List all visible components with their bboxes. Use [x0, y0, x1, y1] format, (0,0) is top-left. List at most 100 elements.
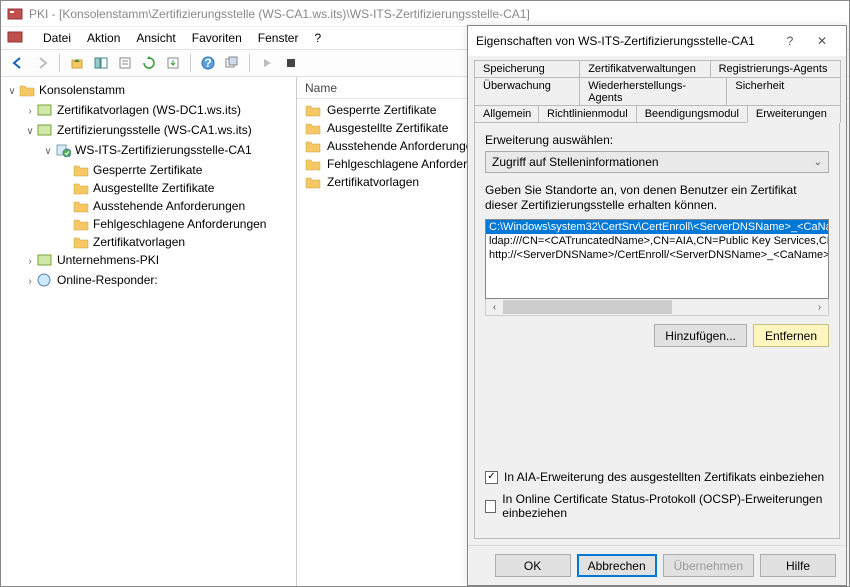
folder-icon	[305, 175, 321, 189]
tree-node[interactable]: Gesperrte Zertifikate	[93, 163, 202, 177]
tab-allgemein[interactable]: Allgemein	[474, 105, 539, 123]
menu-favoriten[interactable]: Favoriten	[192, 31, 242, 45]
folder-icon	[73, 199, 89, 213]
forward-button	[31, 52, 53, 74]
menu-ansicht[interactable]: Ansicht	[136, 31, 175, 45]
tab-body-erweiterungen: Erweiterung auswählen: Zugriff auf Stell…	[474, 122, 840, 539]
refresh-button[interactable]	[138, 52, 160, 74]
ok-button[interactable]: OK	[495, 554, 571, 577]
play-button	[256, 52, 278, 74]
scroll-thumb[interactable]	[503, 300, 672, 314]
folder-icon	[305, 121, 321, 135]
ocsp-checkbox-label: In Online Certificate Status-Protokoll (…	[502, 492, 829, 520]
tab-zertverwaltungen[interactable]: Zertifikatverwaltungen	[579, 60, 710, 77]
window-title: PKI - [Konsolenstamm\Zertifizierungsstel…	[29, 7, 530, 21]
tree-node[interactable]: Zertifikatvorlagen	[93, 235, 185, 249]
new-window-button[interactable]	[221, 52, 243, 74]
aia-checkbox[interactable]	[485, 471, 498, 484]
folder-icon	[305, 157, 321, 171]
tab-richtlinien[interactable]: Richtlinienmodul	[538, 105, 637, 123]
tree-node[interactable]: Online-Responder:	[57, 273, 158, 287]
list-item-label: Ausgestellte Zertifikate	[327, 121, 448, 135]
extension-select[interactable]: Zugriff auf Stelleninformationen ⌄	[485, 151, 829, 173]
dialog-title-bar: Eigenschaften von WS-ITS-Zertifizierungs…	[468, 26, 846, 56]
tab-speicherung[interactable]: Speicherung	[474, 60, 580, 77]
show-hide-tree-button[interactable]	[90, 52, 112, 74]
properties-dialog: Eigenschaften von WS-ITS-Zertifizierungs…	[467, 25, 847, 586]
app-icon	[7, 6, 23, 22]
export-button[interactable]	[162, 52, 184, 74]
cancel-button[interactable]: Abbrechen	[577, 554, 657, 577]
close-button[interactable]: ✕	[806, 30, 838, 52]
location-row[interactable]: ldap:///CN=<CATruncatedName>,CN=AIA,CN=P…	[486, 234, 828, 248]
back-button[interactable]	[7, 52, 29, 74]
menu-aktion[interactable]: Aktion	[87, 31, 120, 45]
folder-icon	[305, 103, 321, 117]
extension-select-value: Zugriff auf Stelleninformationen	[492, 155, 659, 169]
expand-icon[interactable]: ›	[25, 103, 35, 121]
stop-button[interactable]	[280, 52, 302, 74]
ca-ok-icon	[55, 143, 71, 157]
tree-node-selected[interactable]: WS-ITS-Zertifizierungsstelle-CA1	[75, 143, 252, 157]
scroll-track[interactable]	[503, 299, 811, 315]
help-button[interactable]: Hilfe	[760, 554, 836, 577]
apply-button: Übernehmen	[663, 554, 754, 577]
location-row[interactable]: http://<ServerDNSName>/CertEnroll/<Serve…	[486, 248, 828, 262]
up-button[interactable]	[66, 52, 88, 74]
dialog-title: Eigenschaften von WS-ITS-Zertifizierungs…	[476, 34, 774, 48]
ocsp-checkbox-row: In Online Certificate Status-Protokoll (…	[485, 492, 829, 520]
horizontal-scrollbar[interactable]: ‹ ›	[485, 299, 829, 316]
tab-sicherheit[interactable]: Sicherheit	[726, 77, 841, 106]
tab-erweiterungen[interactable]: Erweiterungen	[747, 105, 841, 123]
dialog-footer: OK Abbrechen Übernehmen Hilfe	[468, 545, 846, 585]
tree-node[interactable]: Fehlgeschlagene Anforderungen	[93, 217, 266, 231]
aia-checkbox-label: In AIA-Erweiterung des ausgestellten Zer…	[504, 470, 824, 484]
scroll-left-icon[interactable]: ‹	[486, 302, 503, 313]
svg-text:?: ?	[204, 56, 211, 70]
tab-reg-agents[interactable]: Registrierungs-Agents	[710, 60, 841, 77]
aia-checkbox-row: In AIA-Erweiterung des ausgestellten Zer…	[485, 470, 829, 484]
tree-root[interactable]: Konsolenstamm	[39, 83, 125, 97]
locations-listbox[interactable]: C:\Windows\system32\CertSrv\CertEnroll\<…	[485, 219, 829, 299]
locations-description: Geben Sie Standorte an, von denen Benutz…	[485, 183, 829, 213]
tab-wiederherst[interactable]: Wiederherstellungs-Agents	[579, 77, 727, 106]
location-row-selected[interactable]: C:\Windows\system32\CertSrv\CertEnroll\<…	[486, 220, 828, 234]
ca-icon	[37, 123, 53, 137]
scroll-right-icon[interactable]: ›	[811, 302, 828, 313]
folder-icon	[19, 83, 35, 97]
properties-button[interactable]	[114, 52, 136, 74]
menu-fenster[interactable]: Fenster	[258, 31, 299, 45]
tree-node[interactable]: Zertifikatvorlagen (WS-DC1.ws.its)	[57, 103, 241, 117]
menu-datei[interactable]: Datei	[43, 31, 71, 45]
extension-select-label: Erweiterung auswählen:	[485, 133, 829, 147]
tab-beendigung[interactable]: Beendigungsmodul	[636, 105, 748, 123]
list-item-label: Zertifikatvorlagen	[327, 175, 419, 189]
menu-help[interactable]: ?	[314, 31, 321, 45]
remove-button[interactable]: Entfernen	[753, 324, 829, 347]
folder-icon	[73, 217, 89, 231]
folder-icon	[73, 163, 89, 177]
tree-panel[interactable]: ∨ Konsolenstamm › Zertifikatvorlagen (WS-D…	[1, 77, 297, 586]
list-item-label: Ausstehende Anforderungen	[327, 139, 479, 153]
folder-icon	[73, 181, 89, 195]
tab-ueberwachung[interactable]: Überwachung	[474, 77, 580, 106]
expand-icon[interactable]: ∨	[7, 83, 17, 101]
tree-node[interactable]: Ausstehende Anforderungen	[93, 199, 245, 213]
expand-icon[interactable]: ›	[25, 273, 35, 291]
tree-node[interactable]: Ausgestellte Zertifikate	[93, 181, 214, 195]
expand-icon[interactable]: ›	[25, 253, 35, 271]
expand-icon[interactable]: ∨	[43, 143, 53, 161]
tree-node[interactable]: Zertifizierungsstelle (WS-CA1.ws.its)	[57, 123, 252, 137]
tab-strip: Speicherung Zertifikatverwaltungen Regis…	[468, 56, 846, 123]
chevron-down-icon: ⌄	[814, 157, 822, 168]
tree-node[interactable]: Unternehmens-PKI	[57, 253, 159, 267]
app-icon-small	[7, 29, 23, 48]
folder-icon	[73, 235, 89, 249]
expand-icon[interactable]: ∨	[25, 123, 35, 141]
ocsp-checkbox[interactable]	[485, 500, 496, 513]
cert-template-icon	[37, 103, 53, 117]
help-button[interactable]: ?	[197, 52, 219, 74]
add-button[interactable]: Hinzufügen...	[654, 324, 747, 347]
help-button[interactable]: ?	[774, 30, 806, 52]
folder-icon	[305, 139, 321, 153]
